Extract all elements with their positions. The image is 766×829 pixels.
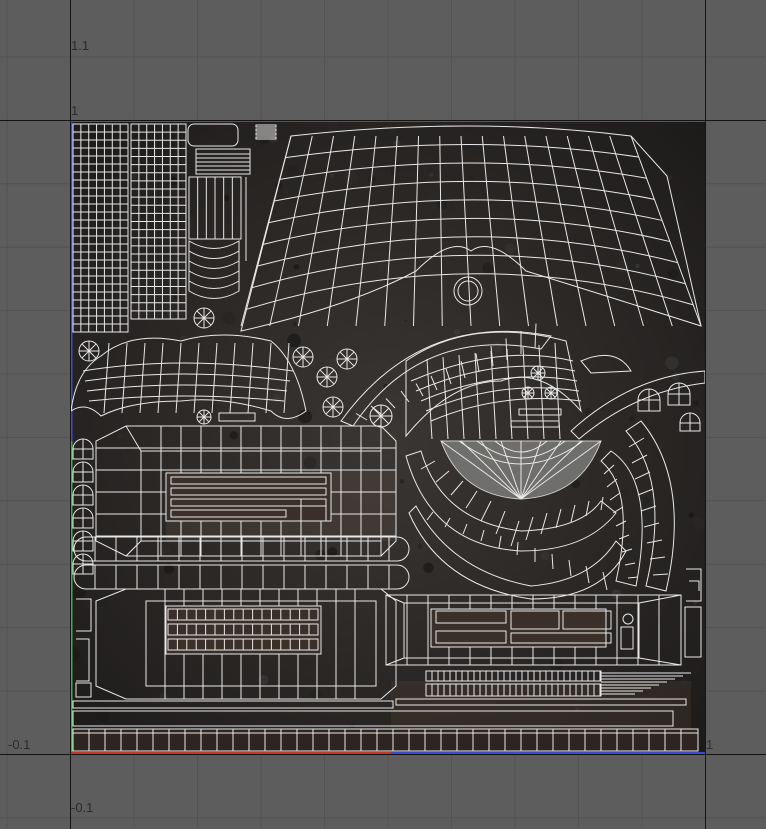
texture-speck: [117, 434, 122, 439]
texture-speck: [77, 200, 84, 207]
texture-speck: [378, 261, 388, 272]
texture-speck: [223, 195, 230, 202]
texture-speck: [312, 174, 317, 178]
texture-speck: [343, 170, 358, 185]
uv-texture-tile[interactable]: [71, 121, 705, 754]
texture-speck: [173, 291, 182, 300]
texture-speck: [620, 489, 628, 497]
texture-speck: [303, 456, 317, 470]
v-label-1: 1: [71, 103, 79, 118]
texture-speck: [423, 562, 434, 573]
texture-speck: [611, 589, 622, 599]
u-label-1: 1: [706, 737, 714, 752]
texture-speck: [505, 243, 516, 254]
texture-speck: [429, 172, 434, 177]
disc-b: [78, 340, 100, 362]
texture-speck: [417, 543, 423, 549]
texture-speck: [310, 689, 322, 700]
disc-i: [530, 365, 546, 381]
texture-speck: [382, 689, 393, 700]
texture-speck: [159, 692, 169, 702]
disc-j: [521, 386, 535, 400]
texture-speck: [347, 674, 358, 685]
texture-speck: [274, 212, 287, 224]
texture-speck: [330, 173, 335, 178]
texture-speck: [550, 657, 564, 672]
center-sign: [165, 472, 332, 522]
texture-speck: [540, 551, 550, 561]
uv-wireframe[interactable]: [71, 121, 705, 754]
texture-background: [71, 121, 705, 754]
disc-e: [316, 366, 338, 388]
texture-speck: [404, 319, 407, 322]
texture-speck: [229, 431, 238, 440]
texture-speck: [454, 329, 461, 336]
texture-speck: [259, 135, 269, 145]
texture-speck: [665, 356, 679, 370]
texture-speck: [482, 262, 494, 274]
texture-speck: [328, 121, 340, 132]
texture-speck: [693, 400, 699, 406]
texture-speck: [293, 264, 300, 270]
right-sign: [430, 608, 607, 648]
texture-speck: [491, 341, 503, 353]
bottom-strip-c: [72, 728, 699, 752]
texture-speck: [628, 172, 632, 175]
texture-speck: [245, 337, 251, 342]
disc-f: [322, 396, 344, 418]
texture-speck: [513, 604, 517, 608]
disc-k: [544, 386, 558, 400]
texture-speck: [488, 430, 492, 434]
disc-d: [336, 348, 358, 370]
texture-speck: [649, 591, 663, 605]
texture-speck: [667, 267, 678, 279]
uv-editor-viewport[interactable]: 1.1 1 -0.1 1 -0.1: [0, 0, 766, 829]
texture-speck: [643, 496, 650, 504]
texture-speck: [692, 517, 705, 530]
texture-speck: [166, 547, 171, 552]
disc-h: [196, 409, 212, 425]
v-label-minus: -0.1: [71, 800, 94, 815]
texture-speck: [671, 372, 680, 381]
texture-speck: [584, 408, 594, 417]
texture-speck: [131, 174, 137, 180]
texture-speck: [617, 398, 621, 402]
texture-speck: [399, 479, 405, 484]
texture-speck: [674, 122, 681, 129]
texture-speck: [427, 196, 434, 203]
texture-speck: [156, 224, 159, 227]
texture-speck: [413, 125, 426, 138]
texture-speck: [629, 416, 634, 422]
texture-speck: [688, 512, 694, 518]
texture-speck: [222, 311, 236, 325]
texture-speck: [635, 263, 640, 269]
u-label-minus: -0.1: [8, 737, 31, 752]
disc-c: [292, 346, 314, 368]
v-label-1-1: 1.1: [71, 38, 90, 53]
texture-speck: [167, 423, 174, 430]
texture-speck: [211, 366, 214, 370]
disc-a: [193, 307, 215, 329]
texture-speck: [424, 191, 430, 197]
texture-speck: [331, 190, 345, 204]
texture-speck: [327, 547, 338, 557]
texture-speck: [292, 322, 297, 327]
texture-speck: [313, 590, 325, 602]
texture-speck: [273, 394, 281, 403]
